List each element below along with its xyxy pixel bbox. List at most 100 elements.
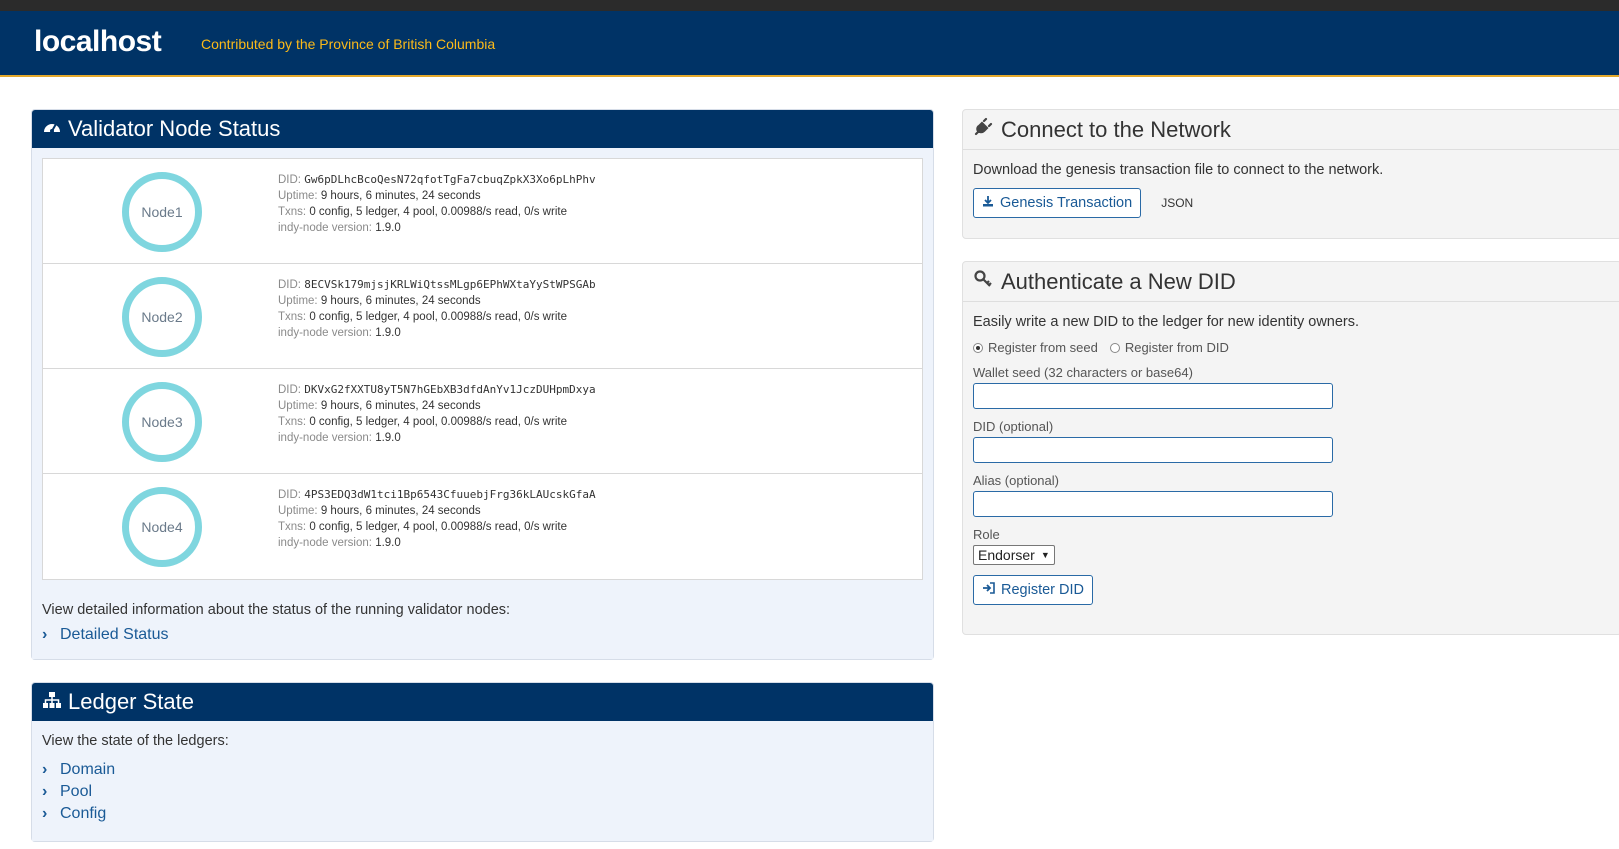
detailed-status-label: Detailed Status [60, 626, 169, 643]
node-did: 8ECVSk179mjsjKRLWiQtssMLgp6EPhWXtaYyStWP… [304, 278, 596, 291]
node-uptime: 9 hours, 6 minutes, 24 seconds [320, 295, 481, 307]
node-name: Node3 [141, 414, 183, 430]
radio-dot-checked[interactable] [973, 342, 983, 353]
txns-label: Txns: [278, 206, 307, 218]
node-did: Gw6pDLhcBcoQesN72qfotTgFa7cbuqZpkX3Xo6pL… [304, 173, 596, 186]
brand-title[interactable]: localhost [34, 25, 162, 59]
node-ring: Node2 [122, 277, 202, 357]
node-row: Node4 DID: 4PS3EDQ3dW1tci1Bp6543CfuuebjF… [43, 474, 922, 579]
browser-top-strip [0, 0, 1619, 11]
chevron-right-icon: › [42, 783, 48, 800]
alias-optional-label: Alias (optional) [973, 473, 1059, 488]
node-info: DID: 8ECVSk179mjsjKRLWiQtssMLgp6EPhWXtaY… [278, 277, 596, 341]
ledger-link-config[interactable]: › Config [42, 803, 923, 825]
ledger-intro: View the state of the ledgers: [42, 733, 229, 749]
dashboard-icon [42, 116, 62, 142]
register-did-label: Register DID [1001, 582, 1084, 598]
node-version: 1.9.0 [375, 327, 401, 339]
authenticate-did-panel: Authenticate a New DID Easily write a ne… [962, 261, 1619, 635]
node-uptime: 9 hours, 6 minutes, 24 seconds [320, 505, 481, 517]
genesis-transaction-label: Genesis Transaction [1000, 195, 1133, 211]
chevron-right-icon: › [42, 626, 48, 643]
radio-register-from-seed[interactable]: Register from seed [973, 340, 1098, 355]
node-row: Node3 DID: DKVxG2fXXTU8yT5N7hGEbXB3dfdAn… [43, 369, 922, 474]
validator-status-title: Validator Node Status [68, 116, 281, 141]
uptime-label: Uptime: [278, 505, 318, 517]
validator-status-body: Node1 DID: Gw6pDLhcBcoQesN72qfotTgFa7cbu… [32, 148, 933, 659]
validator-status-panel: Validator Node Status Node1 DID: Gw6pDLh… [31, 109, 934, 660]
genesis-transaction-button[interactable]: Genesis Transaction [973, 188, 1142, 218]
chevron-right-icon: › [42, 805, 48, 822]
node-info: DID: DKVxG2fXXTU8yT5N7hGEbXB3dfdAnYv1Jcz… [278, 382, 596, 446]
radio-register-from-did[interactable]: Register from DID [1109, 340, 1229, 355]
node-version: 1.9.0 [375, 537, 401, 549]
radio-seed-label: Register from seed [988, 340, 1098, 355]
did-label: DID: [278, 489, 301, 501]
wallet-seed-input[interactable] [973, 383, 1333, 409]
node-txns: 0 config, 5 ledger, 4 pool, 0.00988/s re… [309, 206, 567, 218]
ledger-state-panel: Ledger State View the state of the ledge… [31, 682, 934, 842]
radio-did-label: Register from DID [1124, 340, 1229, 355]
node-list: Node1 DID: Gw6pDLhcBcoQesN72qfotTgFa7cbu… [42, 158, 923, 580]
version-label: indy-node version: [278, 327, 372, 339]
connect-network-body: Download the genesis transaction file to… [963, 150, 1619, 230]
detailed-status-link[interactable]: › Detailed Status [42, 626, 923, 644]
ledger-link-label: Pool [60, 783, 93, 800]
ledger-state-body: View the state of the ledgers: › Domain … [32, 721, 933, 841]
node-info: DID: Gw6pDLhcBcoQesN72qfotTgFa7cbuqZpkX3… [278, 172, 596, 236]
node-version: 1.9.0 [375, 432, 401, 444]
download-icon [982, 195, 994, 211]
alias-input[interactable] [973, 491, 1333, 517]
authenticate-did-header: Authenticate a New DID [963, 262, 1619, 302]
validator-status-header: Validator Node Status [32, 110, 933, 148]
node-ring: Node1 [122, 172, 202, 252]
authenticate-did-body: Easily write a new DID to the ledger for… [963, 302, 1619, 617]
ledger-link-domain[interactable]: › Domain [42, 759, 923, 781]
sitemap-icon [42, 689, 62, 715]
role-select-value: Endorser [978, 547, 1035, 563]
radio-dot-unchecked[interactable] [1109, 342, 1120, 353]
node-row: Node2 DID: 8ECVSk179mjsjKRLWiQtssMLgp6EP… [43, 264, 922, 369]
node-txns: 0 config, 5 ledger, 4 pool, 0.00988/s re… [309, 311, 567, 323]
ledger-link-label: Domain [60, 761, 116, 778]
node-did: 4PS3EDQ3dW1tci1Bp6543CfuuebjFrg36kLAUcsk… [304, 488, 596, 501]
node-txns: 0 config, 5 ledger, 4 pool, 0.00988/s re… [309, 521, 567, 533]
sign-in-icon [982, 582, 995, 598]
did-label: DID: [278, 279, 301, 291]
chevron-right-icon: › [42, 761, 48, 778]
json-link[interactable]: JSON [1161, 196, 1193, 210]
ledger-link-pool[interactable]: › Pool [42, 781, 923, 803]
node-ring: Node4 [122, 487, 202, 567]
role-select[interactable]: Endorser ▼ [973, 545, 1055, 565]
node-did: DKVxG2fXXTU8yT5N7hGEbXB3dfdAnYv1JczDUHpm… [304, 383, 596, 396]
register-did-button[interactable]: Register DID [973, 575, 1093, 605]
header-tagline: Contributed by the Province of British C… [201, 36, 496, 52]
ledger-link-label: Config [60, 805, 107, 822]
uptime-label: Uptime: [278, 190, 318, 202]
detail-status-text: View detailed information about the stat… [42, 602, 511, 618]
node-uptime: 9 hours, 6 minutes, 24 seconds [320, 400, 481, 412]
txns-label: Txns: [278, 416, 307, 428]
connect-network-title: Connect to the Network [1001, 116, 1231, 142]
did-label: DID: [278, 384, 301, 396]
did-input[interactable] [973, 437, 1333, 463]
plug-icon [973, 117, 993, 143]
node-name: Node1 [141, 204, 183, 220]
wallet-seed-label: Wallet seed (32 characters or base64) [973, 365, 1193, 380]
did-label: DID: [278, 174, 301, 186]
did-optional-label: DID (optional) [973, 419, 1054, 434]
version-label: indy-node version: [278, 222, 372, 234]
node-ring: Node3 [122, 382, 202, 462]
authenticate-did-title: Authenticate a New DID [1001, 268, 1236, 294]
ledger-state-title: Ledger State [68, 689, 194, 714]
node-uptime: 9 hours, 6 minutes, 24 seconds [320, 190, 481, 202]
txns-label: Txns: [278, 311, 307, 323]
site-header: localhost Contributed by the Province of… [0, 11, 1619, 77]
role-label: Role [973, 527, 1000, 542]
node-txns: 0 config, 5 ledger, 4 pool, 0.00988/s re… [309, 416, 567, 428]
uptime-label: Uptime: [278, 400, 318, 412]
node-name: Node2 [141, 309, 183, 325]
key-icon [973, 269, 993, 295]
txns-label: Txns: [278, 521, 307, 533]
caret-down-icon: ▼ [1040, 550, 1050, 560]
